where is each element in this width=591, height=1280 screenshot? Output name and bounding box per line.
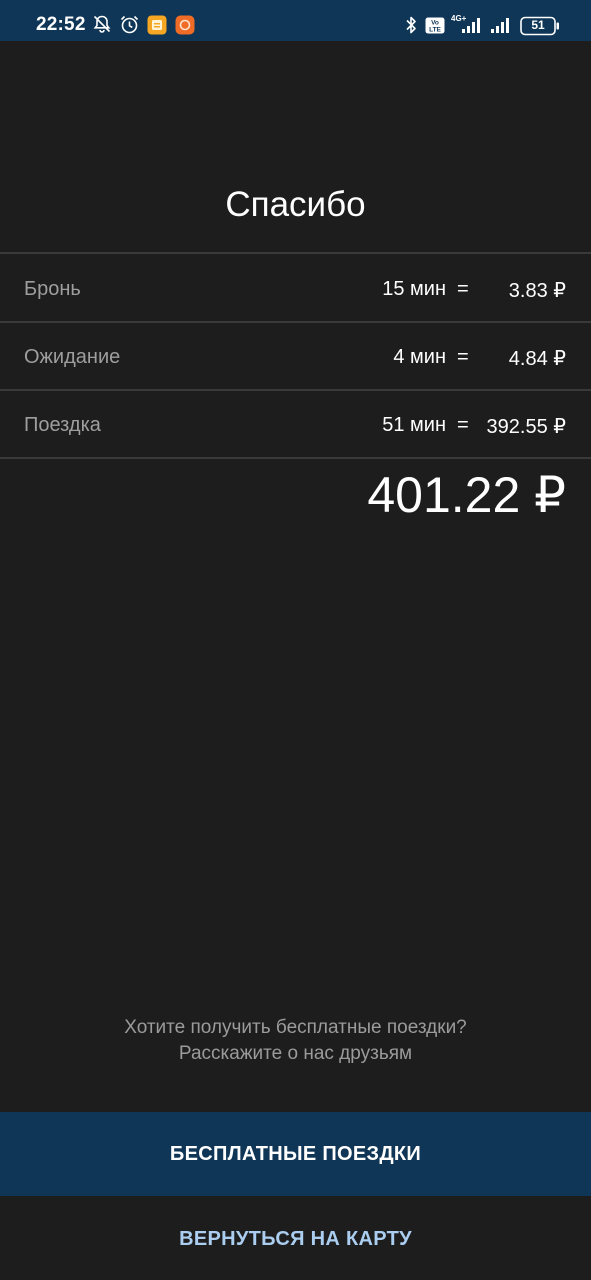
divider [0,389,591,391]
row-amount: 3.83 ₽ [508,280,566,302]
page-title: Спасибо [225,185,366,224]
notifications-off-icon [93,15,111,33]
booking-row: Бронь 15 мин = 3.83 ₽ [0,256,591,322]
alarm-icon [120,15,139,34]
ride-row: Поездка 51 мин = 392.55 ₽ [0,392,591,458]
row-equals: = [457,278,469,300]
row-equals: = [457,346,469,368]
svg-text:LTE: LTE [429,27,441,34]
back-to-map-button[interactable]: ВЕРНУТЬСЯ НА КАРТУ [0,1198,591,1280]
battery-level: 51 [531,18,545,32]
row-minutes: 4 мин [393,346,446,368]
divider [0,321,591,323]
promo-text: Хотите получить бесплатные поездки? Расс… [0,1015,591,1067]
bluetooth-icon [406,16,416,34]
status-bar: 22:52 Vo LTE 4G+ 51 [0,0,591,41]
waiting-row: Ожидание 4 мин = 4.84 ₽ [0,324,591,390]
signal-icon [491,18,509,33]
row-label: Поездка [24,414,101,436]
back-to-map-button-label: ВЕРНУТЬСЯ НА КАРТУ [179,1227,412,1250]
free-rides-button[interactable]: БЕСПЛАТНЫЕ ПОЕЗДКИ [0,1112,591,1196]
row-minutes: 51 мин [382,414,446,436]
divider [0,252,591,254]
row-amount: 392.55 ₽ [486,416,566,438]
svg-text:4G+: 4G+ [451,14,467,23]
row-label: Бронь [24,278,81,300]
volte-icon: Vo LTE [425,17,445,34]
app-notification-icon [147,15,167,35]
row-minutes: 15 мин [382,278,446,300]
total-amount: 401.22 ₽ [367,467,566,523]
svg-text:Vo: Vo [431,20,439,27]
row-label: Ожидание [24,346,121,368]
promo-line-1: Хотите получить бесплатные поездки? [124,1017,467,1038]
app-notification-icon-2 [175,15,195,35]
signal-4g-icon: 4G+ [451,14,480,33]
status-time: 22:52 [36,14,86,35]
divider [0,457,591,459]
row-amount: 4.84 ₽ [508,348,566,370]
promo-line-2: Расскажите о нас друзьям [178,1043,413,1064]
free-rides-button-label: БЕСПЛАТНЫЕ ПОЕЗДКИ [169,1142,422,1165]
row-equals: = [457,414,469,436]
